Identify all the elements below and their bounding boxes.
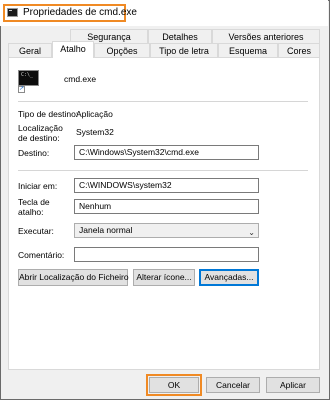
separator	[18, 170, 308, 171]
tab-versoes-anteriores[interactable]: Versões anteriores	[212, 29, 320, 44]
cmd-window-icon	[7, 8, 18, 17]
run-select-value: Janela normal	[79, 225, 133, 235]
window-title: Propriedades de cmd.exe	[23, 7, 137, 18]
comment-label: Comentário:	[18, 250, 65, 260]
tab-cores[interactable]: Cores	[278, 43, 320, 58]
command-prompt-icon: C:\_	[18, 70, 39, 86]
hotkey-field[interactable]: Nenhum	[74, 199, 259, 214]
target-type-value: Aplicação	[76, 109, 113, 119]
target-type-label: Tipo de destino:	[18, 109, 79, 119]
tab-opcoes[interactable]: Opções	[94, 43, 150, 58]
advanced-button[interactable]: Avançadas...	[199, 269, 259, 286]
separator	[18, 101, 308, 102]
hotkey-label: Tecla de	[18, 197, 50, 207]
tab-detalhes[interactable]: Detalhes	[148, 29, 212, 44]
change-icon-button[interactable]: Alterar ícone...	[133, 269, 195, 286]
target-label: Destino:	[18, 148, 50, 158]
ok-button[interactable]: OK	[149, 377, 199, 393]
tab-esquema[interactable]: Esquema	[218, 43, 278, 58]
target-location-label: Localização	[18, 123, 63, 133]
tab-geral[interactable]: Geral	[8, 43, 52, 58]
start-in-field[interactable]: C:\WINDOWS\system32	[74, 178, 259, 193]
target-field[interactable]: C:\Windows\System32\cmd.exe	[74, 145, 259, 160]
shortcut-arrow-icon: ↗	[18, 86, 25, 93]
start-in-label: Iniciar em:	[18, 181, 58, 191]
cancel-button[interactable]: Cancelar	[206, 377, 260, 393]
run-label: Executar:	[18, 226, 54, 236]
comment-field[interactable]	[74, 247, 259, 262]
tab-atalho[interactable]: Atalho	[52, 41, 94, 58]
shortcut-name: cmd.exe	[64, 74, 97, 84]
tab-tipo-de-letra[interactable]: Tipo de letra	[150, 43, 218, 58]
target-location-value: System32	[76, 127, 114, 137]
apply-button[interactable]: Aplicar	[266, 377, 320, 393]
target-location-label-2: de destino:	[18, 133, 60, 143]
title-bar: Propriedades de cmd.exe	[0, 0, 328, 26]
hotkey-label-2: atalho:	[18, 207, 44, 217]
chevron-down-icon: ⌄	[248, 228, 255, 237]
run-select[interactable]: Janela normal ⌄	[74, 223, 259, 238]
open-file-location-button[interactable]: Abrir Localização do Ficheiro	[18, 269, 129, 286]
